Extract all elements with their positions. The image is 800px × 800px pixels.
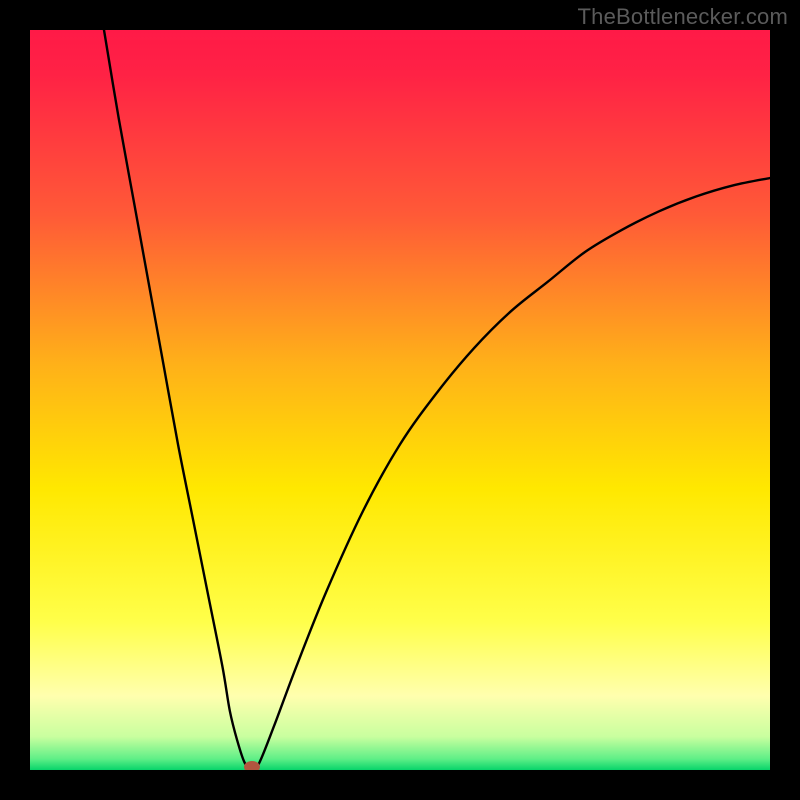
watermark-text: TheBottlenecker.com: [578, 4, 788, 30]
bottleneck-chart: [30, 30, 770, 770]
chart-frame: TheBottlenecker.com: [0, 0, 800, 800]
plot-area: [30, 30, 770, 770]
gradient-background: [30, 30, 770, 770]
